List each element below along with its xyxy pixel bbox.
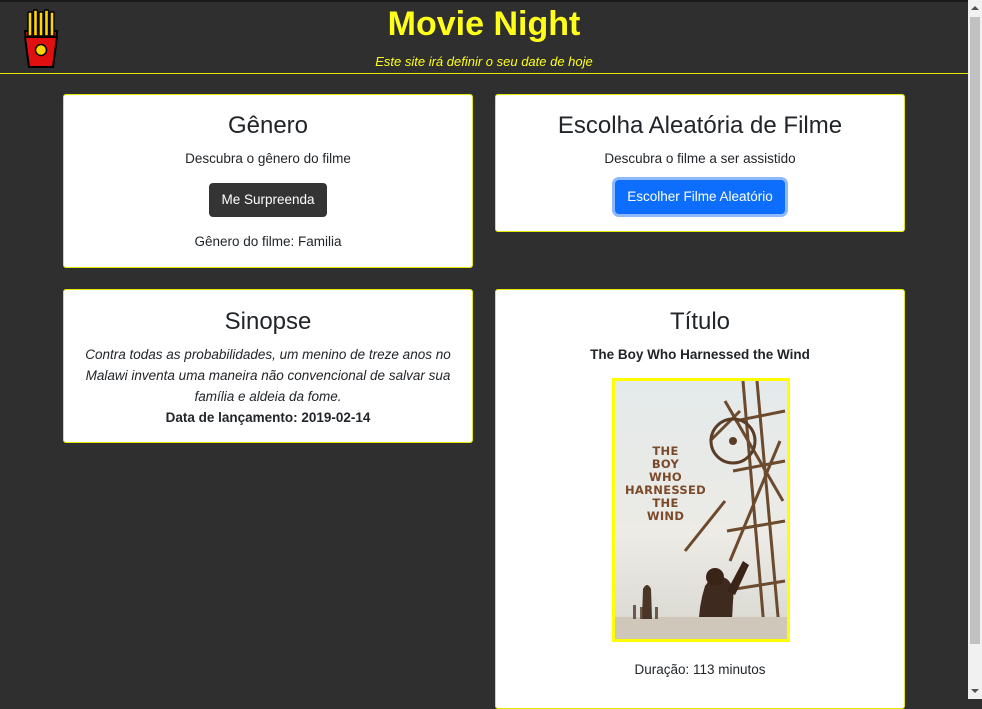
release-date: Data de lançamento: 2019-02-14 [165,410,371,425]
poster-title: THE BOY WHO HARNESSED THE WIND [625,444,707,523]
genre-result: Gênero do filme: Familia [194,234,342,249]
genre-card: Gênero Descubra o gênero do filme Me Sur… [63,94,473,268]
site-subtitle: Este site irá definir o seu date de hoje [375,54,593,69]
synopsis-card-title: Sinopse [224,308,312,335]
site-header: Movie Night Este site irá definir o seu … [0,2,968,74]
title-card: Título The Boy Who Harnessed the Wind TH… [495,289,905,709]
scroll-up-arrow-icon[interactable] [968,0,982,17]
random-card-title: Escolha Aleatória de Filme [557,112,843,139]
scrollbar-thumb[interactable] [970,17,980,644]
scroll-down-arrow-icon[interactable] [968,682,982,699]
vertical-scrollbar[interactable] [968,0,982,699]
site-title: Movie Night [387,5,581,43]
random-movie-card: Escolha Aleatória de Filme Descubra o fi… [495,94,905,232]
title-card-title: Título [669,308,731,335]
genre-card-description: Descubra o gênero do filme [185,151,351,166]
synopsis-text: Contra todas as probabilidades, um menin… [85,347,451,404]
genre-card-title: Gênero [227,112,309,139]
synopsis-card: Sinopse Contra todas as probabilidades, … [63,289,473,443]
movie-duration: Duração: 113 minutos [634,662,766,677]
movie-name: The Boy Who Harnessed the Wind [590,347,810,362]
surprise-me-button[interactable]: Me Surpreenda [209,183,327,217]
random-movie-button[interactable]: Escolher Filme Aleatório [615,180,785,214]
movie-poster: THE BOY WHO HARNESSED THE WIND [612,378,790,642]
random-card-description: Descubra o filme a ser assistido [604,151,796,166]
